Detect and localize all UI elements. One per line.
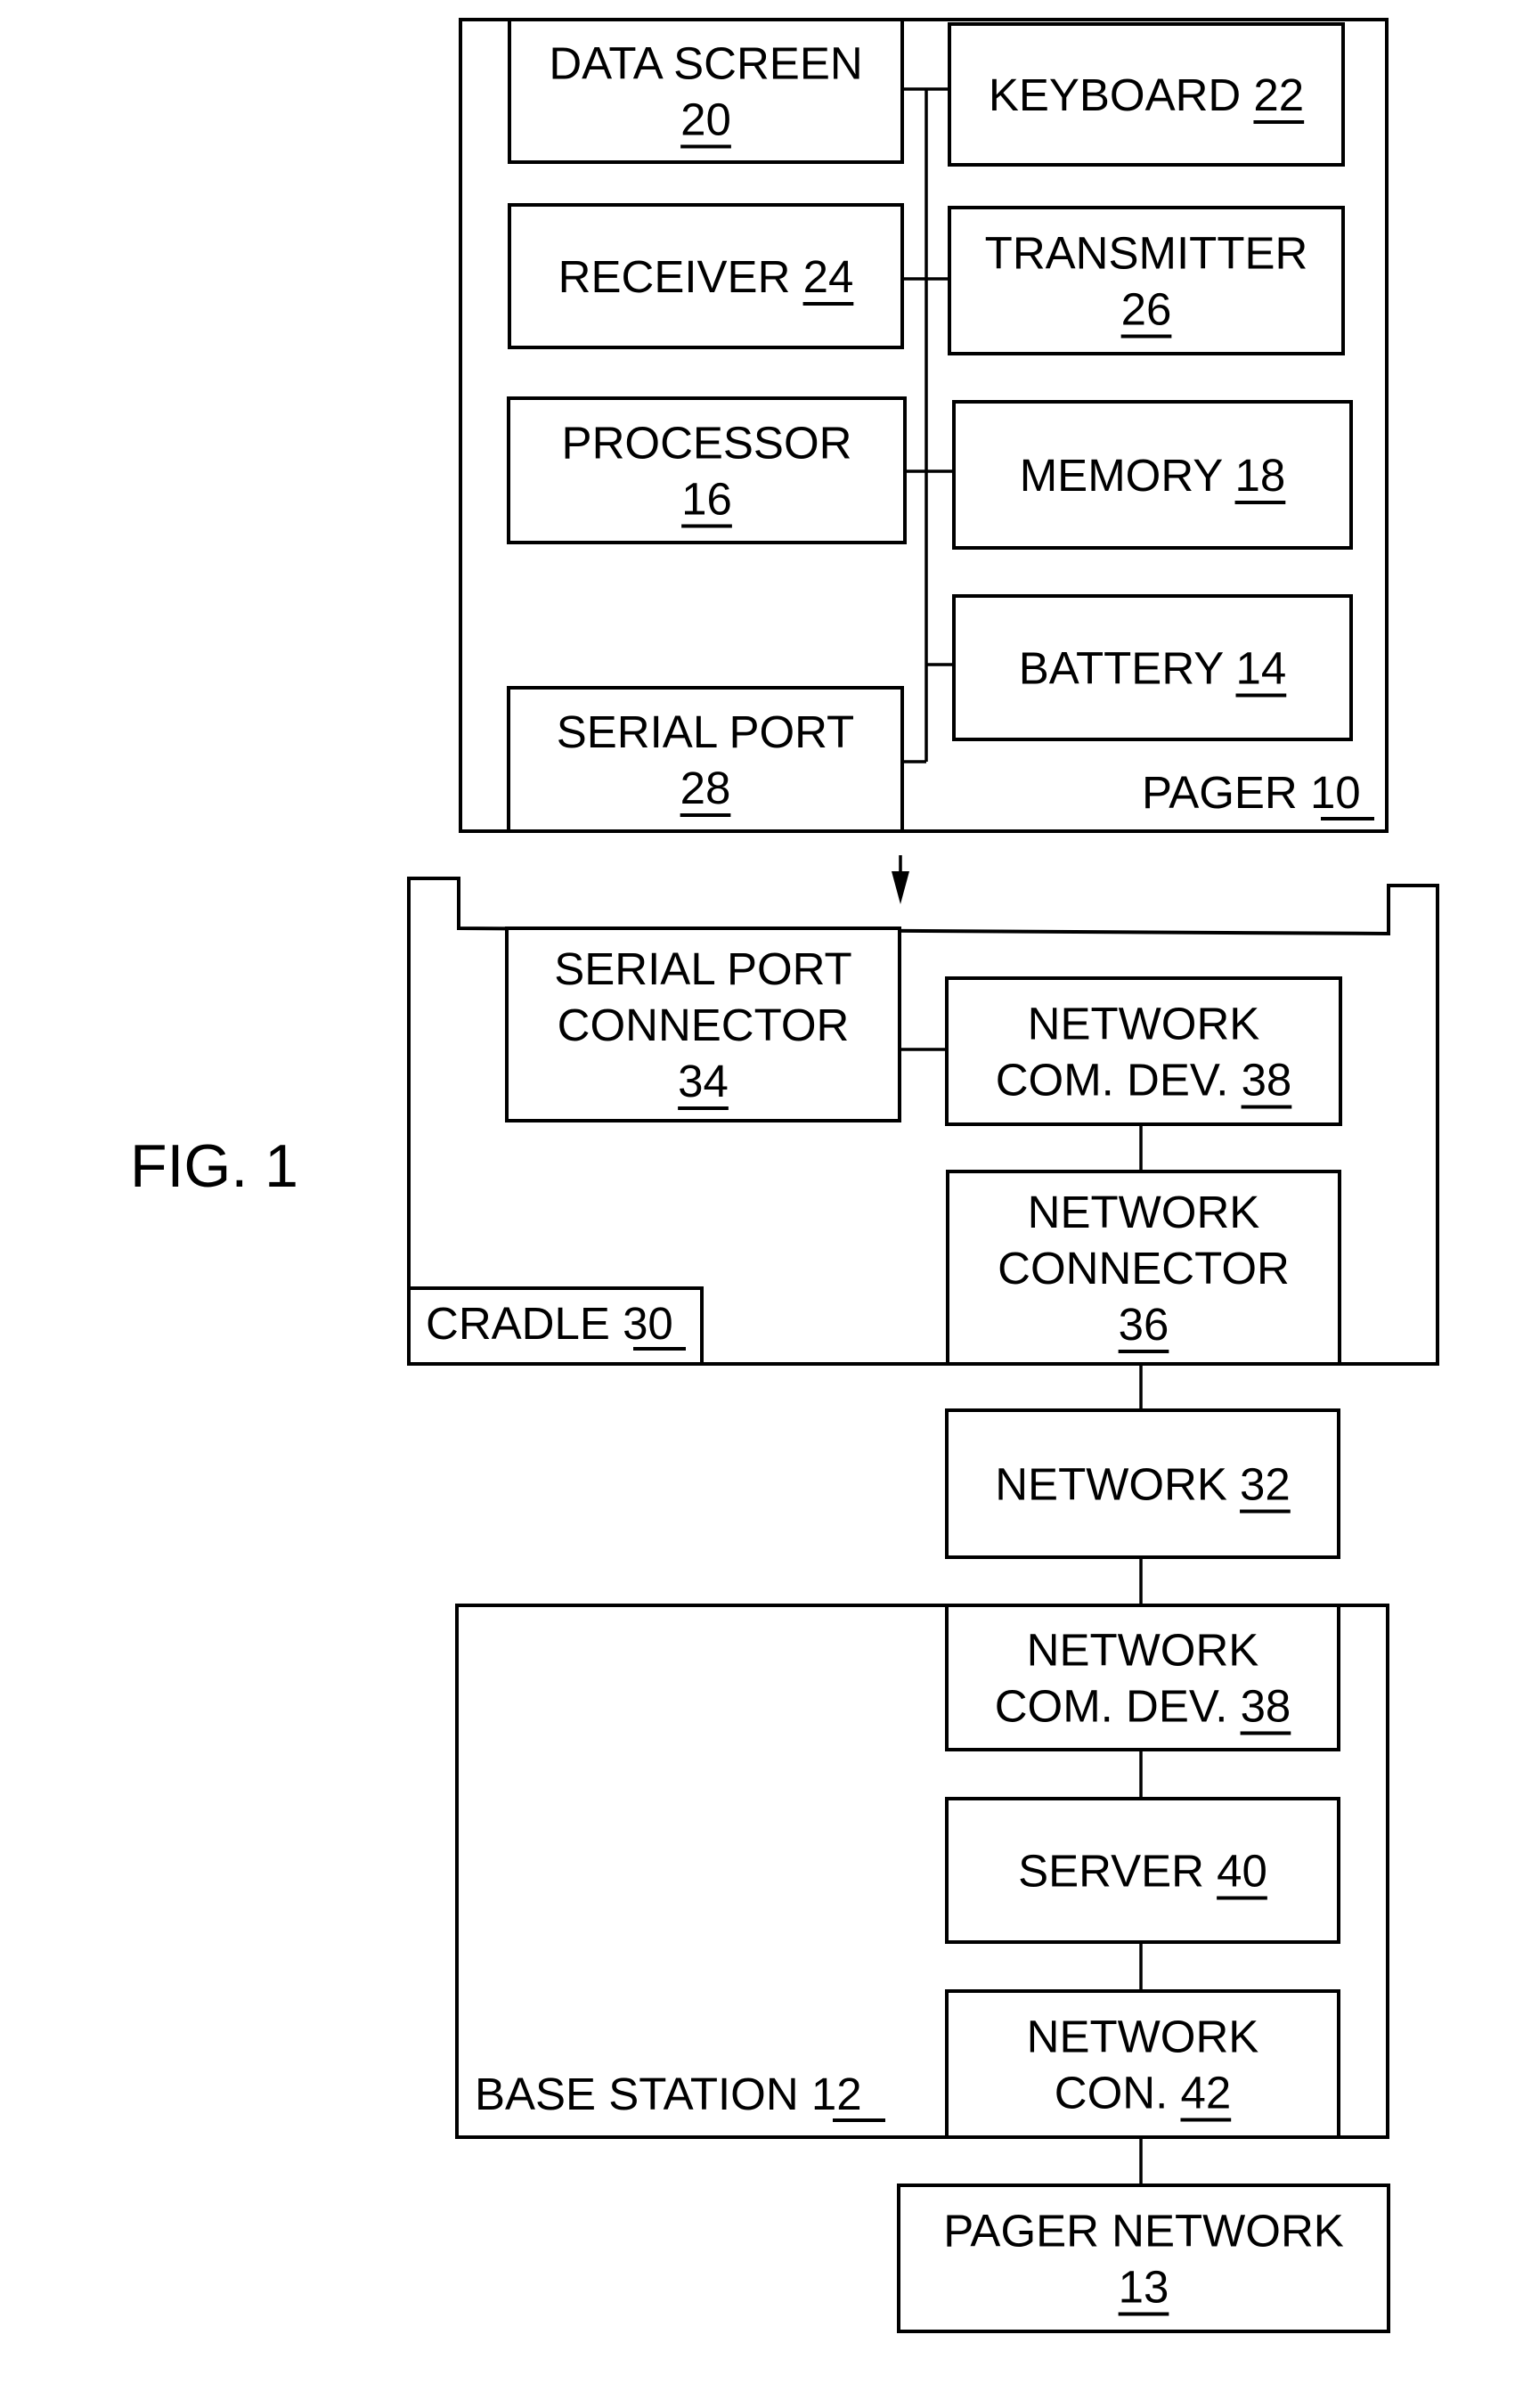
cradle-label: CRADLE 30 (426, 1298, 673, 1349)
arrow-head-icon (892, 871, 909, 904)
network-con-block: NETWORK CON. 42 (945, 1989, 1340, 2139)
cradle-network-com-dev-ref: 38 (1242, 1055, 1292, 1106)
server-label-line: SERVER 40 (1018, 1846, 1267, 1897)
memory-label-line: MEMORY 18 (1020, 450, 1286, 501)
cradle-network-com-dev-label-line: NETWORK (1028, 999, 1260, 1049)
transmitter-ref: 26 (1121, 284, 1172, 335)
transmitter-block: TRANSMITTER26 (948, 206, 1345, 355)
server-block: SERVER 40 (945, 1797, 1340, 1944)
processor-ref: 16 (681, 474, 732, 525)
serial-port-ref: 28 (680, 763, 731, 813)
network-connector-ref: 36 (1119, 1299, 1169, 1350)
pager-network-label-line: PAGER NETWORK (943, 2206, 1344, 2257)
battery-ref: 14 (1236, 643, 1287, 694)
network-label-line: NETWORK 32 (995, 1459, 1291, 1510)
network-ref: 32 (1240, 1459, 1291, 1510)
network-connector-label-line: NETWORK (1028, 1187, 1260, 1237)
base-network-com-dev-label-line: COM. DEV. 38 (995, 1681, 1291, 1732)
figure-label: FIG. 1 (130, 1132, 298, 1200)
data-screen-block: DATA SCREEN20 (508, 18, 904, 164)
processor-block: PROCESSOR16 (507, 396, 907, 544)
receiver-ref: 24 (803, 251, 854, 302)
battery-block: BATTERY 14 (952, 594, 1353, 741)
base-network-com-dev-label-line: NETWORK (1027, 1625, 1259, 1676)
keyboard-label-line: KEYBOARD 22 (989, 69, 1304, 120)
pager-network-block: PAGER NETWORK13 (897, 2184, 1390, 2333)
memory-ref: 18 (1235, 450, 1286, 501)
base-network-com-dev-block: NETWORKCOM. DEV. 38 (945, 1604, 1340, 1751)
insertion-arrow (892, 855, 909, 904)
fig1-block-diagram: FIG. 1 PAGER 10 CRADLE 30 BASE STATION 1… (130, 18, 1439, 2333)
battery-label-line: BATTERY 14 (1019, 643, 1286, 694)
receiver-label-line: RECEIVER 24 (558, 251, 854, 302)
network-block: NETWORK 32 (945, 1408, 1340, 1559)
serial-port-block: SERIAL PORT 28 (507, 686, 904, 833)
keyboard-block: KEYBOARD 22 (948, 22, 1345, 167)
network-con-ref: 42 (1180, 2068, 1231, 2118)
cradle-network-com-dev-block: NETWORK COM. DEV. 38 (945, 976, 1342, 1126)
serial-port-connector-ref: 34 (678, 1056, 729, 1106)
base-network-com-dev-ref: 38 (1241, 1681, 1291, 1732)
network-con-label-line: NETWORK (1027, 2012, 1259, 2062)
network-connector-block: NETWORK CONNECTOR36 (946, 1170, 1341, 1366)
memory-block: MEMORY 18 (952, 400, 1353, 550)
transmitter-label-line: TRANSMITTER (985, 228, 1308, 279)
cradle-network-com-dev-label-line: COM. DEV. 38 (996, 1055, 1292, 1106)
base-station-ref: 12 (811, 2069, 862, 2119)
pager-ref: 10 (1310, 767, 1361, 818)
network-con-label-line: CON. 42 (1055, 2068, 1231, 2118)
blocks-layer: DATA SCREEN20 KEYBOARD 22 RECEIVER 24 TRANS… (505, 18, 1390, 2333)
base-station-label: BASE STATION 12 (475, 2069, 862, 2119)
pager-label: PAGER 10 (1142, 767, 1361, 818)
data-screen-ref: 20 (680, 94, 731, 145)
processor-label-line: PROCESSOR (562, 418, 852, 469)
pager-network-ref: 13 (1119, 2262, 1169, 2313)
data-screen-label-line: DATA SCREEN (549, 38, 862, 89)
cradle-ref: 30 (623, 1298, 673, 1349)
server-ref: 40 (1217, 1846, 1267, 1897)
serial-port-connector-label-line: SERIAL PORT (554, 943, 851, 994)
receiver-block: RECEIVER 24 (508, 203, 904, 349)
serial-port-connector-block: SERIAL PORT CONNECTOR 34 (505, 926, 901, 1122)
keyboard-ref: 22 (1253, 69, 1304, 120)
serial-port-label-line: SERIAL PORT (557, 706, 854, 757)
network-connector-label-line: CONNECTOR (998, 1243, 1290, 1294)
serial-port-connector-label-line: CONNECTOR (558, 1000, 850, 1050)
